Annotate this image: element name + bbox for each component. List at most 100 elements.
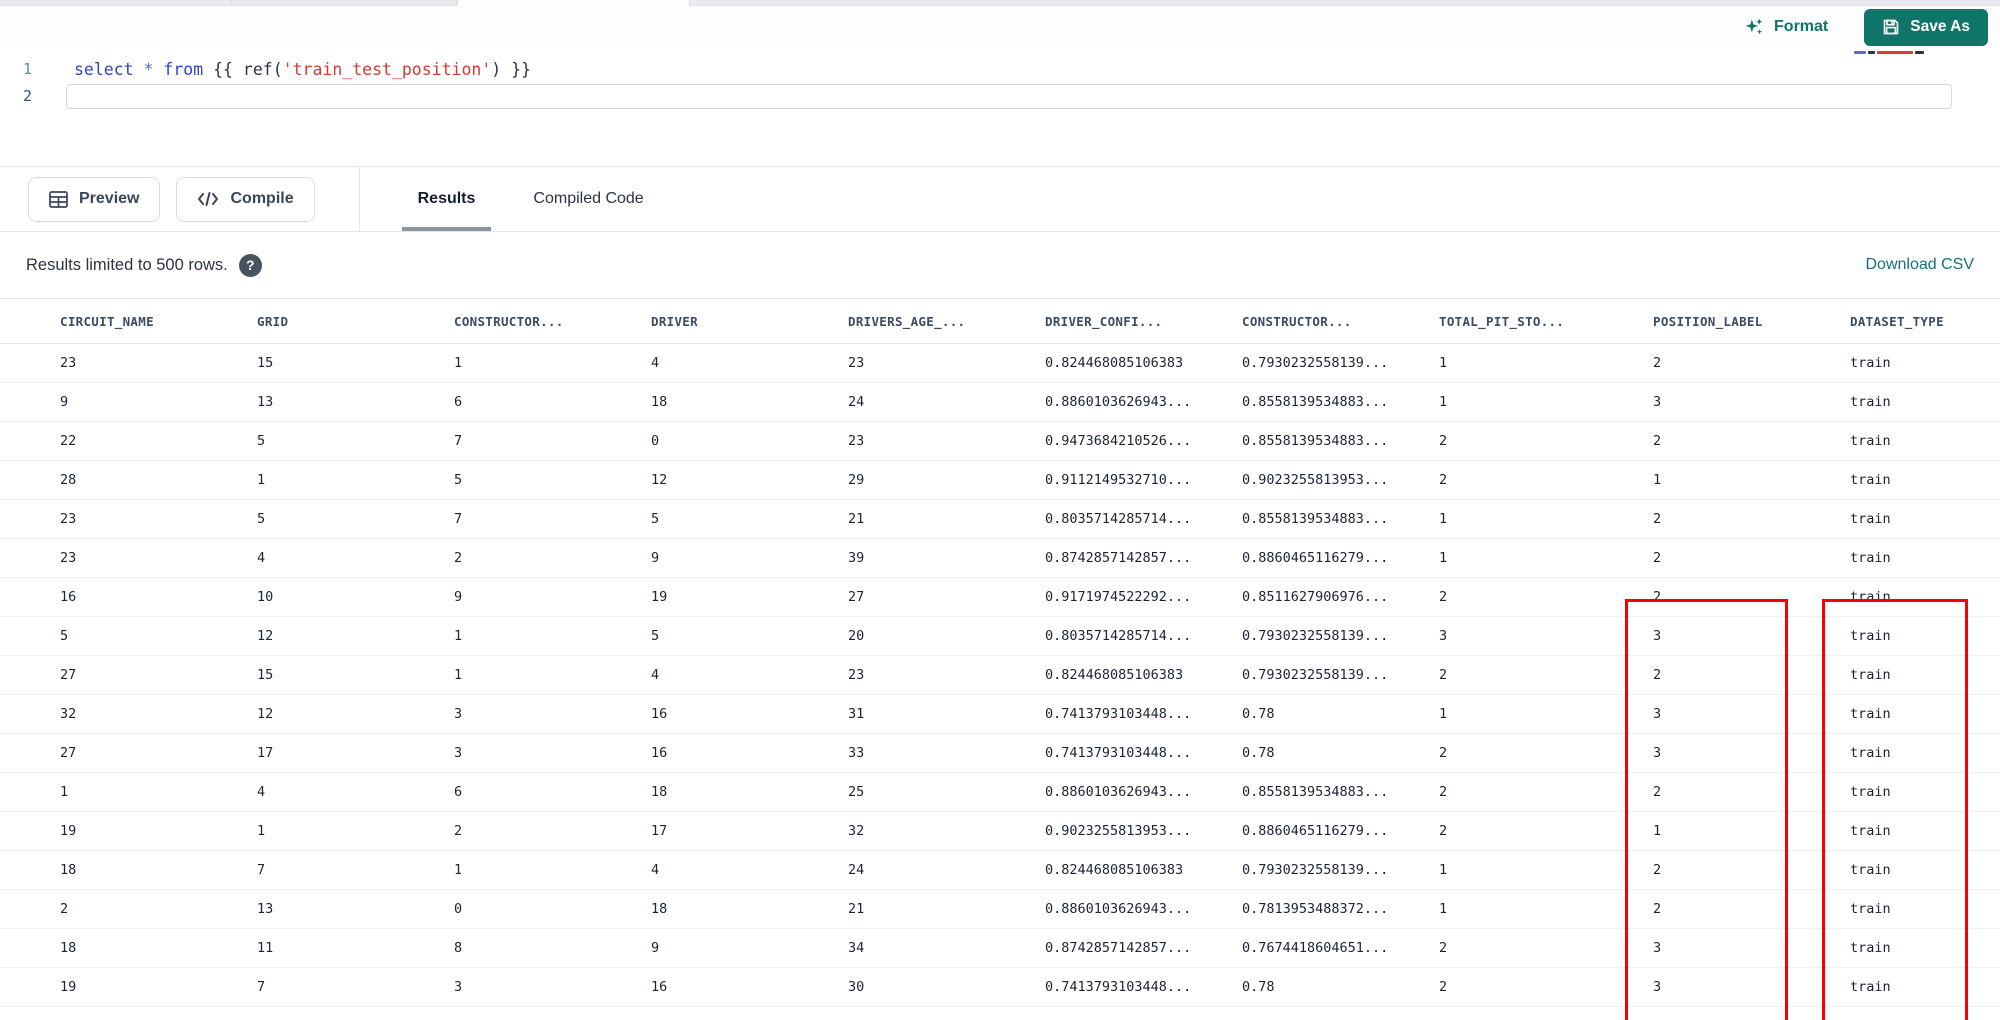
table-cell: 23 (848, 667, 865, 683)
table-cell: 32 (60, 706, 77, 722)
table-cell: 3 (454, 706, 463, 722)
table-cell: 2 (1653, 901, 1662, 917)
table-cell: 6 (454, 394, 463, 410)
table-cell: 12 (651, 472, 668, 488)
table-cell: 23 (848, 355, 865, 371)
save-icon (1882, 18, 1900, 36)
table-cell: 27 (848, 589, 865, 605)
code-line-2: 2 (0, 83, 2000, 110)
table-cell: 0.9112149532710... (1045, 472, 1192, 488)
table-cell: 0 (454, 901, 463, 917)
table-cell: 1 (60, 784, 69, 800)
table-cell: 0.8558139534883... (1242, 784, 1389, 800)
sql-token: select (74, 60, 134, 79)
table-cell: 2 (1439, 589, 1448, 605)
tab-results-label: Results (417, 190, 476, 207)
table-cell: 0.9473684210526... (1045, 433, 1192, 449)
table-cell: 2 (454, 550, 463, 566)
table-cell: 39 (848, 550, 865, 566)
table-cell: 12 (257, 628, 274, 644)
column-header-constructor: CONSTRUCTOR... (454, 313, 564, 329)
table-cell: 3 (454, 979, 463, 995)
minimap-mark (1915, 51, 1924, 54)
table-cell: 33 (848, 745, 865, 761)
table-cell: 2 (1653, 511, 1662, 527)
table-cell: 5 (651, 511, 660, 527)
table-cell: train (1850, 706, 1891, 722)
table-cell: 5 (454, 472, 463, 488)
table-cell: 0.8558139534883... (1242, 511, 1389, 527)
compile-button[interactable]: Compile (176, 176, 315, 222)
panel-toolbar: Preview Compile Results Compiled Code (0, 166, 2000, 232)
table-cell: 7 (257, 979, 266, 995)
preview-button[interactable]: Preview (28, 176, 161, 222)
table-cell: 1 (257, 823, 266, 839)
table-cell: 15 (257, 667, 274, 683)
table-cell: train (1850, 511, 1891, 527)
tab-results[interactable]: Results (401, 167, 492, 231)
minimap-mark (1877, 51, 1913, 54)
active-file-tab[interactable] (457, 0, 690, 6)
active-tab-underline (401, 227, 492, 231)
table-row: 16 10 9 19 27 0.9171974522292... 0.85116279069… (0, 578, 2000, 617)
table-cell: 3 (1653, 394, 1662, 410)
toolbar-divider (358, 167, 360, 231)
table-cell: 7 (257, 862, 266, 878)
table-cell: 0.8742857142857... (1045, 550, 1192, 566)
table-cell: 6 (454, 784, 463, 800)
table-cell: 17 (257, 745, 274, 761)
table-cell: 5 (60, 628, 69, 644)
table-cell: 3 (1653, 628, 1662, 644)
table-row: 18 11 8 9 34 0.8742857142857... 0.767441860465… (0, 929, 2000, 968)
results-tabs: Results Compiled Code (401, 167, 644, 231)
table-cell: train (1850, 745, 1891, 761)
table-cell: 4 (651, 355, 660, 371)
sql-token: from (163, 60, 204, 79)
table-cell: 12 (257, 706, 274, 722)
table-cell: 23 (60, 511, 77, 527)
table-cell: 13 (257, 394, 274, 410)
table-cell: train (1850, 355, 1891, 371)
save-as-button[interactable]: Save As (1864, 8, 1988, 46)
table-cell: 2 (1653, 433, 1662, 449)
table-row: 22 5 7 0 23 0.9473684210526... 0.8558139534883… (0, 422, 2000, 461)
table-row: 2 13 0 18 21 0.8860103626943... 0.781395348837… (0, 890, 2000, 929)
table-row: 28 1 5 12 29 0.9112149532710... 0.902325581395… (0, 461, 2000, 500)
table-cell: 2 (1439, 979, 1448, 995)
table-cell: 3 (454, 745, 463, 761)
table-cell: 28 (60, 472, 77, 488)
column-header-dataset-type: DATASET_TYPE (1850, 313, 1944, 329)
table-cell: 24 (848, 394, 865, 410)
table-cell: train (1850, 472, 1891, 488)
compile-label: Compile (230, 190, 294, 207)
sql-editor[interactable]: 1 select * from {{ ref('train_test_posit… (0, 48, 2000, 166)
table-cell: 9 (60, 394, 69, 410)
table-cell: 1 (1439, 511, 1448, 527)
table-cell: 18 (651, 901, 668, 917)
table-cell: 0.8860465116279... (1242, 823, 1389, 839)
code-icon (197, 191, 219, 207)
download-csv-link[interactable]: Download CSV (1866, 256, 1975, 274)
table-row: 23 15 1 4 23 0.824468085106383 0.7930232558139… (0, 344, 2000, 383)
table-row: 27 15 1 4 23 0.824468085106383 0.7930232558139… (0, 656, 2000, 695)
table-cell: 27 (60, 667, 77, 683)
tab-compiled-code[interactable]: Compiled Code (533, 167, 643, 231)
table-cell: 1 (257, 472, 266, 488)
format-button[interactable]: Format (1744, 17, 1828, 38)
table-cell: 0.78 (1242, 745, 1275, 761)
editor-minimap[interactable] (1854, 51, 1942, 54)
table-cell: train (1850, 901, 1891, 917)
table-cell: 2 (1653, 589, 1662, 605)
table-cell: 16 (651, 706, 668, 722)
table-cell: 2 (1439, 823, 1448, 839)
table-row: 19 1 2 17 32 0.9023255813953... 0.886046511627… (0, 812, 2000, 851)
table-cell: 0.8860103626943... (1045, 784, 1192, 800)
table-cell: 1 (1439, 706, 1448, 722)
table-cell: 24 (848, 862, 865, 878)
table-cell: 29 (848, 472, 865, 488)
help-icon[interactable]: ? (238, 253, 262, 277)
table-cell: 3 (1653, 979, 1662, 995)
preview-label: Preview (79, 190, 140, 207)
results-info-bar: Results limited to 500 rows. ? Download … (0, 232, 2000, 298)
